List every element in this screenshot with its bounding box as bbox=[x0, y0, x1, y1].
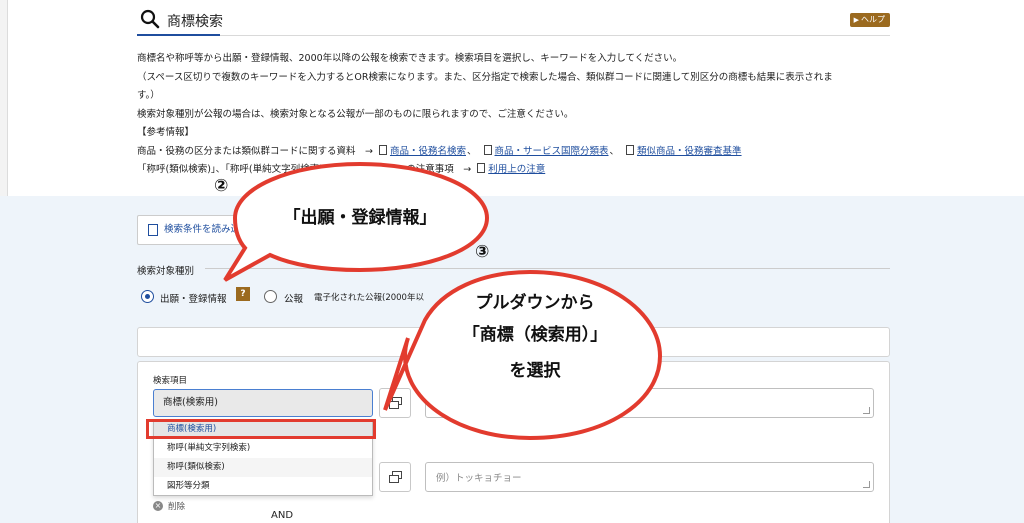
desc-line-3: す。） bbox=[137, 90, 160, 101]
desc-line-4: 検索対象種別が公報の場合は、検索対象となる公報が一部のものに限られますので、ご注… bbox=[137, 108, 574, 120]
help-label: ヘルプ bbox=[861, 15, 885, 24]
copy-icon bbox=[389, 475, 399, 483]
import-icon bbox=[148, 224, 158, 236]
bubble-2-line-3: を選択 bbox=[509, 361, 561, 381]
delete-icon[interactable]: × bbox=[153, 501, 163, 511]
resize-handle[interactable] bbox=[863, 481, 870, 488]
ref2-text: 「称呼(類似検索)」、「称呼(単純文字列検索)」、「商標(検索用)」の注意事項 … bbox=[137, 164, 472, 175]
page-title: 商標検索 bbox=[167, 14, 223, 30]
resize-handle[interactable] bbox=[863, 407, 870, 414]
ref-line-2: 「称呼(類似検索)」、「称呼(単純文字列検索)」、「商標(検索用)」の注意事項 … bbox=[137, 161, 897, 180]
delete-label[interactable]: 削除 bbox=[168, 500, 185, 512]
and-label: AND bbox=[271, 510, 294, 521]
help-button[interactable]: ▶ ヘルプ bbox=[849, 13, 890, 27]
search-target-label: 検索対象種別 bbox=[137, 266, 195, 277]
gazette-note: 電子化された公報(2000年以 bbox=[314, 293, 424, 303]
radio-gazette[interactable] bbox=[264, 290, 277, 303]
dropdown-option-pronunciation-similar[interactable]: 称呼(類似検索) bbox=[154, 458, 372, 477]
keyword-input-2[interactable]: 例）トッキョチョー bbox=[425, 462, 874, 492]
bubble-2-line-1: プルダウンから bbox=[475, 293, 595, 313]
link-similar-goods-standard[interactable]: 類似商品・役務審査基準 bbox=[637, 146, 742, 157]
link-goods-search[interactable]: 商品・役務名検索 bbox=[390, 146, 466, 157]
link-separator: 、 bbox=[609, 145, 620, 157]
document-icon bbox=[477, 163, 486, 173]
search-item-select[interactable]: 商標(検索用) bbox=[153, 389, 373, 417]
help-question-icon[interactable]: ? bbox=[236, 287, 250, 301]
bubble-2-line-2: 「商標（検索用）」 bbox=[462, 325, 608, 345]
copy-row-button[interactable] bbox=[379, 388, 411, 418]
radio-application-registration[interactable] bbox=[141, 290, 154, 303]
copy-row-button-2[interactable] bbox=[379, 462, 411, 492]
dropdown-option-pronunciation-simple[interactable]: 称呼(単純文字列検索) bbox=[154, 439, 372, 458]
play-icon: ▶ bbox=[853, 16, 859, 24]
step-2-marker: ② bbox=[214, 176, 229, 196]
page-header: 商標検索 ▶ ヘルプ bbox=[137, 6, 890, 36]
radio-gazette-label[interactable]: 公報 bbox=[284, 291, 303, 305]
link-nice-classification[interactable]: 商品・サービス国際分類表 bbox=[495, 146, 609, 157]
divider bbox=[205, 268, 890, 269]
search-icon bbox=[140, 9, 160, 29]
title-underline bbox=[137, 34, 220, 36]
ref1-text: 商品・役務の区分または類似群コードに関する資料 → bbox=[137, 145, 373, 157]
ref-heading: 【参考情報】 bbox=[137, 127, 195, 138]
desc-line-1: 商標名や称呼等から出願・登録情報、2000年以降の公報を検索できます。検索項目を… bbox=[137, 53, 683, 64]
bubble-1-text: 「出願・登録情報」 bbox=[283, 208, 437, 228]
link-separator: 、 bbox=[466, 145, 477, 157]
highlight-rectangle bbox=[146, 419, 376, 439]
keyword-input-1[interactable]: 例）特許庁 内閣 首相 bbox=[425, 388, 874, 418]
dropdown-option-figure-classification[interactable]: 図形等分類 bbox=[154, 477, 372, 496]
ref-line-1: 商品・役務の区分または類似群コードに関する資料 → 商品・役務名検索、 商品・サービ… bbox=[137, 143, 897, 162]
search-item-label: 検索項目 bbox=[153, 376, 188, 386]
document-icon bbox=[626, 144, 635, 155]
copy-icon bbox=[389, 401, 399, 409]
description: 商標名や称呼等から出願・登録情報、2000年以降の公報を検索できます。検索項目を… bbox=[137, 50, 897, 180]
step-3-marker: ③ bbox=[475, 242, 490, 262]
desc-line-2: （スペース区切りで複数のキーワードを入力するとOR検索になります。また、区分指定… bbox=[137, 71, 833, 83]
link-usage-notes[interactable]: 利用上の注意 bbox=[488, 164, 545, 175]
radio-application-registration-label[interactable]: 出願・登録情報 bbox=[160, 291, 227, 305]
document-icon bbox=[483, 144, 492, 155]
load-conditions-label: 検索条件を読み込 bbox=[164, 224, 241, 235]
document-icon bbox=[378, 144, 387, 155]
